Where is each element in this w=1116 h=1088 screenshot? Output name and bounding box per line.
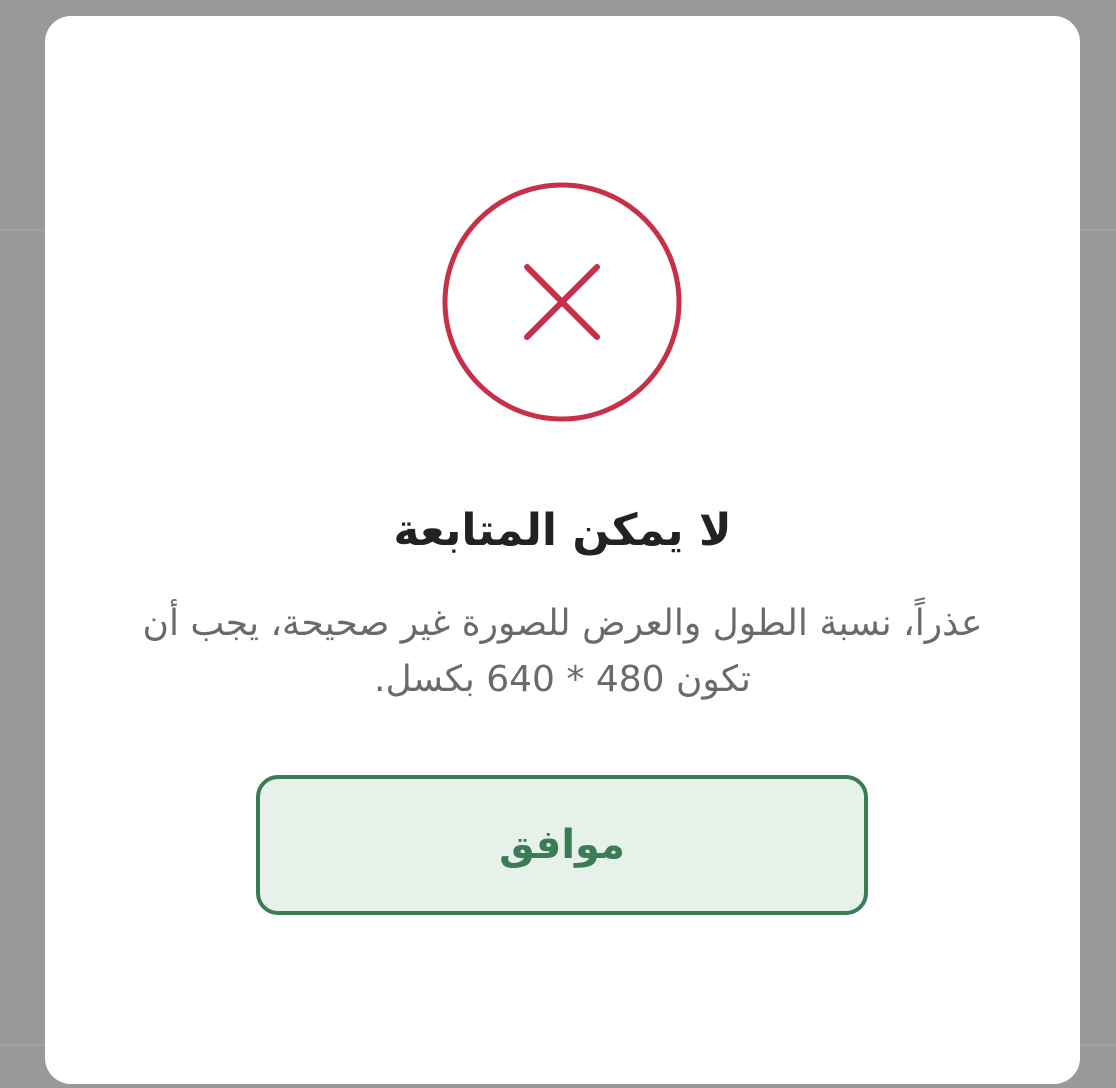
dialog-title: لا يمكن المتابعة [393,505,732,556]
error-x-circle-icon [442,182,682,422]
error-dialog: لا يمكن المتابعة عذراً، نسبة الطول والعر… [45,16,1080,1084]
dialog-message: عذراً، نسبة الطول والعرض للصورة غير صحيح… [142,603,983,700]
ok-button[interactable]: موافق [256,775,868,915]
